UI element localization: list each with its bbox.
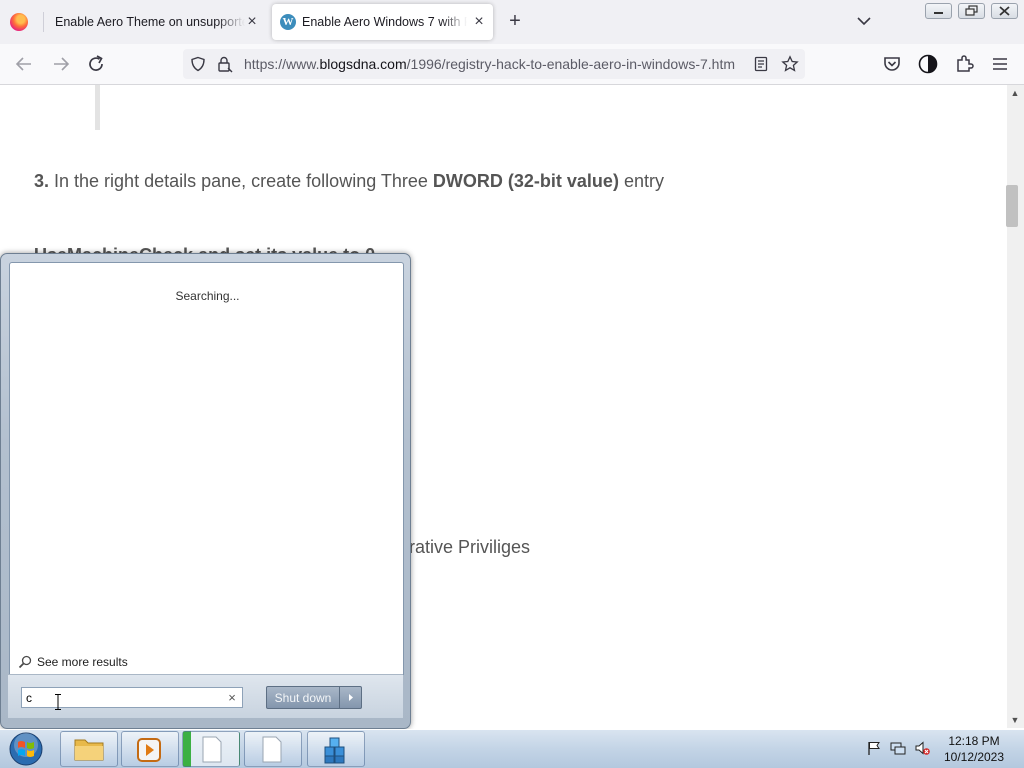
tab-strip: Enable Aero Theme on unsupported hardwar… — [0, 0, 1024, 44]
page-scrollbar[interactable] — [1007, 85, 1024, 728]
action-center-flag-icon[interactable] — [866, 740, 882, 756]
restore-button[interactable] — [958, 3, 985, 19]
registry-editor-icon — [324, 737, 345, 764]
volume-muted-icon[interactable] — [914, 740, 930, 756]
network-icon[interactable] — [890, 740, 906, 756]
tracking-protection-shield-icon[interactable] — [190, 56, 206, 72]
windows-start-orb-icon[interactable] — [6, 731, 46, 767]
step-bold-text: DWORD (32-bit value) — [432, 171, 619, 191]
taskbar-registry-editor[interactable] — [307, 731, 365, 767]
account-sync-icon[interactable] — [916, 52, 940, 76]
shut-down-button[interactable]: Shut down — [266, 686, 362, 709]
taskbar-notepad[interactable] — [244, 731, 302, 767]
reload-icon[interactable] — [84, 52, 108, 76]
back-arrow-icon[interactable] — [12, 52, 36, 76]
scroll-up-icon[interactable]: ▲ — [1009, 88, 1021, 98]
text-cursor-icon — [55, 694, 61, 710]
close-window-button[interactable] — [991, 3, 1018, 19]
wordpress-icon: W — [280, 14, 296, 30]
magnifier-icon — [18, 655, 32, 669]
blockquote-bar — [95, 85, 100, 130]
taskbar-media-player[interactable] — [121, 731, 179, 767]
tab-title: Enable Aero Windows 7 with Registry Hack — [302, 15, 467, 29]
blank-document-icon — [262, 736, 282, 763]
start-menu: Searching... See more results — [0, 253, 411, 729]
clock-time: 12:18 PM — [948, 734, 1000, 748]
url-domain: blogsdna.com — [319, 56, 407, 72]
url-path: /1996/registry-hack-to-enable-aero-in-wi… — [406, 56, 736, 72]
tab-title: Enable Aero Theme on unsupported hardwar… — [55, 15, 245, 29]
address-bar[interactable]: https://www.blogsdna.com/1996/registry-h… — [183, 49, 805, 79]
media-player-icon — [137, 738, 161, 762]
see-more-results-link[interactable]: See more results — [18, 655, 128, 669]
folder-icon — [74, 739, 104, 761]
search-results-pane: Searching... See more results — [9, 262, 404, 675]
reader-view-icon[interactable] — [753, 56, 769, 72]
tab-close-icon[interactable]: × — [469, 12, 489, 32]
firefox-logo-icon — [10, 13, 28, 31]
taskbar-document-app[interactable] — [182, 731, 240, 767]
navigation-toolbar: https://www.blogsdna.com/1996/registry-h… — [0, 44, 1024, 85]
lock-insecure-icon[interactable] — [216, 55, 234, 73]
url-prefix: https://www. — [244, 56, 320, 72]
shut-down-options-arrow-icon[interactable] — [339, 687, 361, 708]
extensions-puzzle-icon[interactable] — [952, 52, 976, 76]
clock-date: 10/12/2023 — [943, 750, 1005, 764]
shut-down-label: Shut down — [274, 691, 332, 705]
hamburger-menu-icon[interactable] — [988, 52, 1012, 76]
privileges-text-visible: rative Priviliges — [409, 537, 531, 557]
searching-status: Searching... — [175, 289, 240, 303]
forward-arrow-icon[interactable] — [49, 52, 73, 76]
tab-enable-aero-windows7[interactable]: W Enable Aero Windows 7 with Registry Ha… — [272, 4, 493, 40]
url-text: https://www.blogsdna.com/1996/registry-h… — [244, 56, 735, 72]
tab-enable-aero-theme[interactable]: Enable Aero Theme on unsupported hardwar… — [44, 4, 266, 40]
bookmark-star-icon[interactable] — [781, 55, 799, 73]
step-text: In the right details pane, create follow… — [49, 171, 433, 191]
pocket-icon[interactable] — [880, 52, 904, 76]
step-3-paragraph: 3. In the right details pane, create fol… — [34, 171, 664, 192]
clear-search-icon[interactable]: × — [225, 690, 239, 705]
taskbar-file-explorer[interactable] — [60, 731, 118, 767]
see-more-results-label: See more results — [37, 655, 128, 669]
minimize-button[interactable] — [925, 3, 952, 19]
step-text-end: entry — [618, 171, 664, 191]
list-all-tabs-chevron-icon[interactable] — [855, 12, 873, 30]
tab-close-icon[interactable]: × — [242, 12, 262, 32]
scrollbar-thumb[interactable] — [1006, 185, 1018, 227]
system-clock[interactable]: 12:18 PM 10/12/2023 — [936, 733, 1012, 765]
step-number: 3. — [34, 171, 50, 191]
scroll-down-icon[interactable]: ▼ — [1009, 715, 1021, 725]
new-tab-button[interactable]: + — [504, 10, 526, 32]
document-icon — [202, 736, 222, 763]
